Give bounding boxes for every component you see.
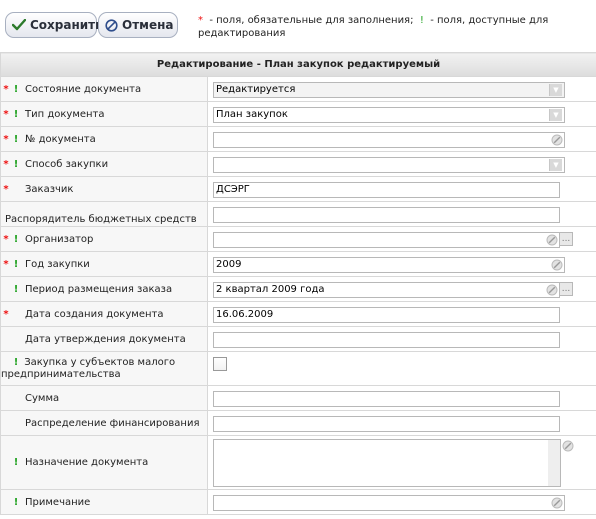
row-financing: Распределение финансирования: [0, 410, 596, 436]
row-purchase-year: *! Год закупки 2009: [0, 251, 596, 277]
cancel-icon: [105, 18, 118, 32]
legend: * - поля, обязательные для заполнения; !…: [198, 14, 588, 40]
field-label: Дата создания документа: [25, 308, 164, 320]
toolbar: Сохранить Отмена * - поля, обязательные …: [0, 0, 596, 50]
lookup-button[interactable]: ...: [559, 232, 573, 246]
dropdown-arrow-icon[interactable]: ▼: [549, 159, 562, 171]
amount-input[interactable]: [213, 391, 560, 407]
editable-marker: !: [419, 15, 424, 26]
row-status: *! Состояние документа Редактируется ▼: [0, 76, 596, 102]
field-label: Год закупки: [25, 258, 90, 270]
required-marker: *: [198, 15, 203, 26]
field-label: Состояние документа: [25, 83, 142, 95]
field-label: Способ закупки: [25, 158, 109, 170]
small-business-checkbox[interactable]: [213, 357, 227, 371]
field-label: Примечание: [25, 496, 91, 508]
lookup-button[interactable]: ...: [559, 282, 573, 296]
row-amount: Сумма: [0, 385, 596, 411]
approved-date-input[interactable]: [213, 332, 560, 348]
form-title: Редактирование - План закупок редактируе…: [0, 52, 596, 77]
row-doc-number: *! № документа: [0, 126, 596, 152]
clear-icon[interactable]: [546, 284, 558, 296]
row-doc-type: *! Тип документа План закупок ▼: [0, 101, 596, 127]
save-button-label: Сохранить: [30, 18, 103, 32]
row-purpose: ! Назначение документа: [0, 435, 596, 490]
row-organizer: *! Организатор ...: [0, 226, 596, 252]
field-label: Распорядитель бюджетных средств: [5, 214, 197, 225]
row-placement-period: ! Период размещения заказа 2 квартал 2009…: [0, 276, 596, 302]
field-label: Период размещения заказа: [25, 283, 173, 295]
save-button[interactable]: Сохранить: [5, 12, 103, 38]
dropdown-arrow-icon[interactable]: ▼: [549, 84, 562, 96]
cancel-button-label: Отмена: [122, 18, 174, 32]
required-legend-text: - поля, обязательные для заполнения;: [209, 15, 414, 26]
clear-icon[interactable]: [551, 259, 563, 271]
clear-icon[interactable]: [562, 440, 574, 452]
clear-icon[interactable]: [551, 497, 563, 509]
field-label: Сумма: [25, 392, 60, 404]
field-label: Заказчик: [25, 183, 74, 195]
doc-number-input[interactable]: [213, 132, 565, 148]
row-approved-date: Дата утверждения документа: [0, 326, 596, 352]
doc-type-select[interactable]: План закупок ▼: [213, 107, 565, 123]
row-customer: * Заказчик ДСЭРГ: [0, 176, 596, 202]
created-date-input[interactable]: 16.06.2009: [213, 307, 560, 323]
field-label: № документа: [25, 133, 96, 145]
field-label: Распределение финансирования: [25, 417, 200, 429]
field-label: Организатор: [25, 233, 94, 245]
clear-icon[interactable]: [546, 234, 558, 246]
edit-form: Редактирование - План закупок редактируе…: [0, 52, 596, 515]
row-note: ! Примечание: [0, 489, 596, 515]
row-budget-manager: Распорядитель бюджетных средств: [0, 201, 596, 227]
organizer-input[interactable]: ...: [213, 232, 573, 248]
row-small-business: ! Закупка у субъектов малого предпринима…: [0, 351, 596, 386]
dropdown-arrow-icon[interactable]: ▼: [549, 109, 562, 121]
customer-input[interactable]: ДСЭРГ: [213, 182, 560, 198]
placement-period-input[interactable]: 2 квартал 2009 года...: [213, 282, 573, 298]
cancel-button[interactable]: Отмена: [98, 12, 178, 38]
field-label: Тип документа: [25, 108, 105, 120]
purchase-year-input[interactable]: 2009: [213, 257, 565, 273]
clear-icon[interactable]: [551, 134, 563, 146]
row-created-date: * Дата создания документа 16.06.2009: [0, 301, 596, 327]
purchase-method-select[interactable]: ▼: [213, 157, 565, 173]
financing-input[interactable]: [213, 416, 560, 432]
field-label: Назначение документа: [25, 457, 149, 468]
field-label: Дата утверждения документа: [25, 333, 186, 345]
purpose-textarea[interactable]: [213, 439, 561, 487]
textarea-scrollbar[interactable]: [548, 440, 560, 486]
note-input[interactable]: [213, 495, 565, 511]
budget-manager-input[interactable]: [213, 207, 560, 223]
status-select[interactable]: Редактируется ▼: [213, 82, 565, 98]
checkmark-icon: [12, 19, 26, 31]
field-label: Закупка у субъектов малого предпринимате…: [1, 356, 176, 380]
row-purchase-method: *! Способ закупки ▼: [0, 151, 596, 177]
